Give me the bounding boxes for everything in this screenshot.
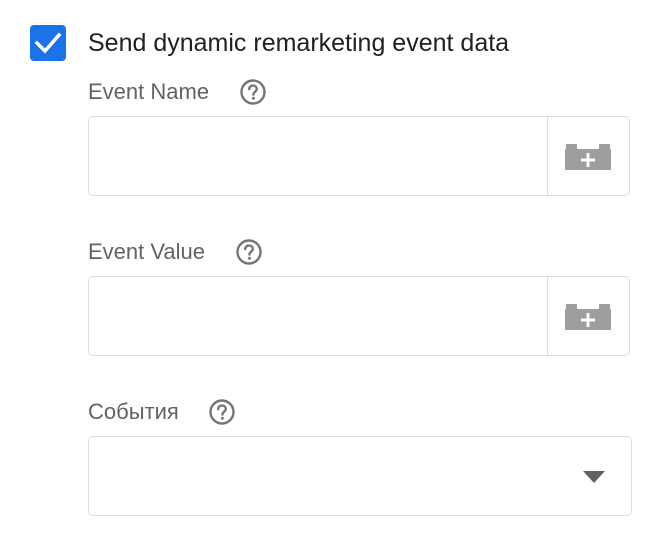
checkmark-icon	[34, 32, 62, 54]
event-value-variable-button[interactable]	[547, 277, 629, 355]
event-value-input[interactable]	[89, 277, 547, 355]
help-circle-icon[interactable]	[239, 78, 267, 106]
event-name-input[interactable]	[89, 117, 547, 195]
event-value-label: Event Value	[88, 239, 206, 264]
event-name-label: Event Name	[88, 79, 210, 104]
variable-brick-plus-icon	[565, 304, 611, 330]
events-label: События	[88, 399, 179, 424]
help-circle-icon[interactable]	[235, 238, 263, 266]
remarketing-settings-panel: Send dynamic remarketing event data Even…	[0, 0, 670, 550]
event-name-variable-button[interactable]	[547, 117, 629, 195]
send-remarketing-checkbox[interactable]	[30, 25, 66, 61]
chevron-down-icon	[583, 471, 605, 483]
help-circle-icon[interactable]	[208, 398, 236, 426]
event-name-input-group	[88, 116, 630, 196]
variable-brick-plus-icon	[565, 144, 611, 170]
send-remarketing-label[interactable]: Send dynamic remarketing event data	[88, 28, 509, 58]
event-value-input-group	[88, 276, 630, 356]
events-select[interactable]	[88, 436, 632, 516]
